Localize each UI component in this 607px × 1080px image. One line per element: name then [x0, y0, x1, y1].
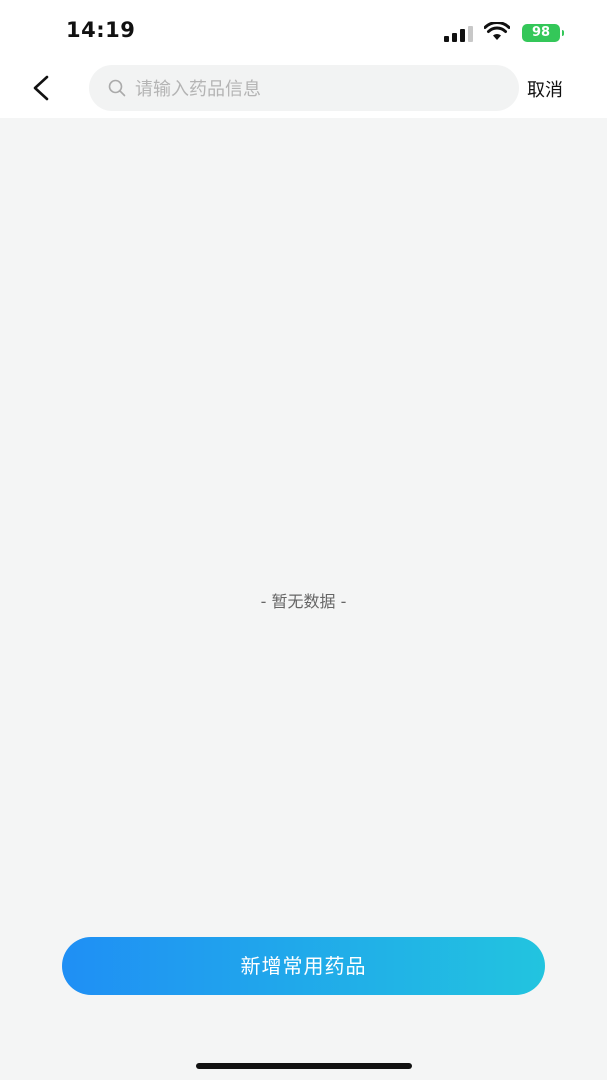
- add-common-medicine-button[interactable]: 新增常用药品: [62, 937, 545, 995]
- search-box[interactable]: [89, 65, 519, 113]
- search-nav-bar: 取消: [0, 62, 607, 118]
- empty-state-text: - 暂无数据 -: [260, 592, 347, 611]
- status-bar: 14:19 98: [0, 0, 607, 62]
- wifi-icon: [484, 22, 510, 40]
- status-time: 14:19: [66, 18, 136, 42]
- search-input[interactable]: [133, 65, 507, 113]
- chevron-left-icon[interactable]: [24, 70, 60, 106]
- signal-icon: [444, 26, 474, 42]
- battery-cap: [562, 30, 564, 36]
- home-indicator: [196, 1063, 412, 1069]
- battery-level: 98: [531, 25, 551, 40]
- battery-icon: 98: [522, 24, 560, 42]
- cancel-button[interactable]: 取消: [527, 76, 563, 102]
- search-icon: [108, 79, 126, 97]
